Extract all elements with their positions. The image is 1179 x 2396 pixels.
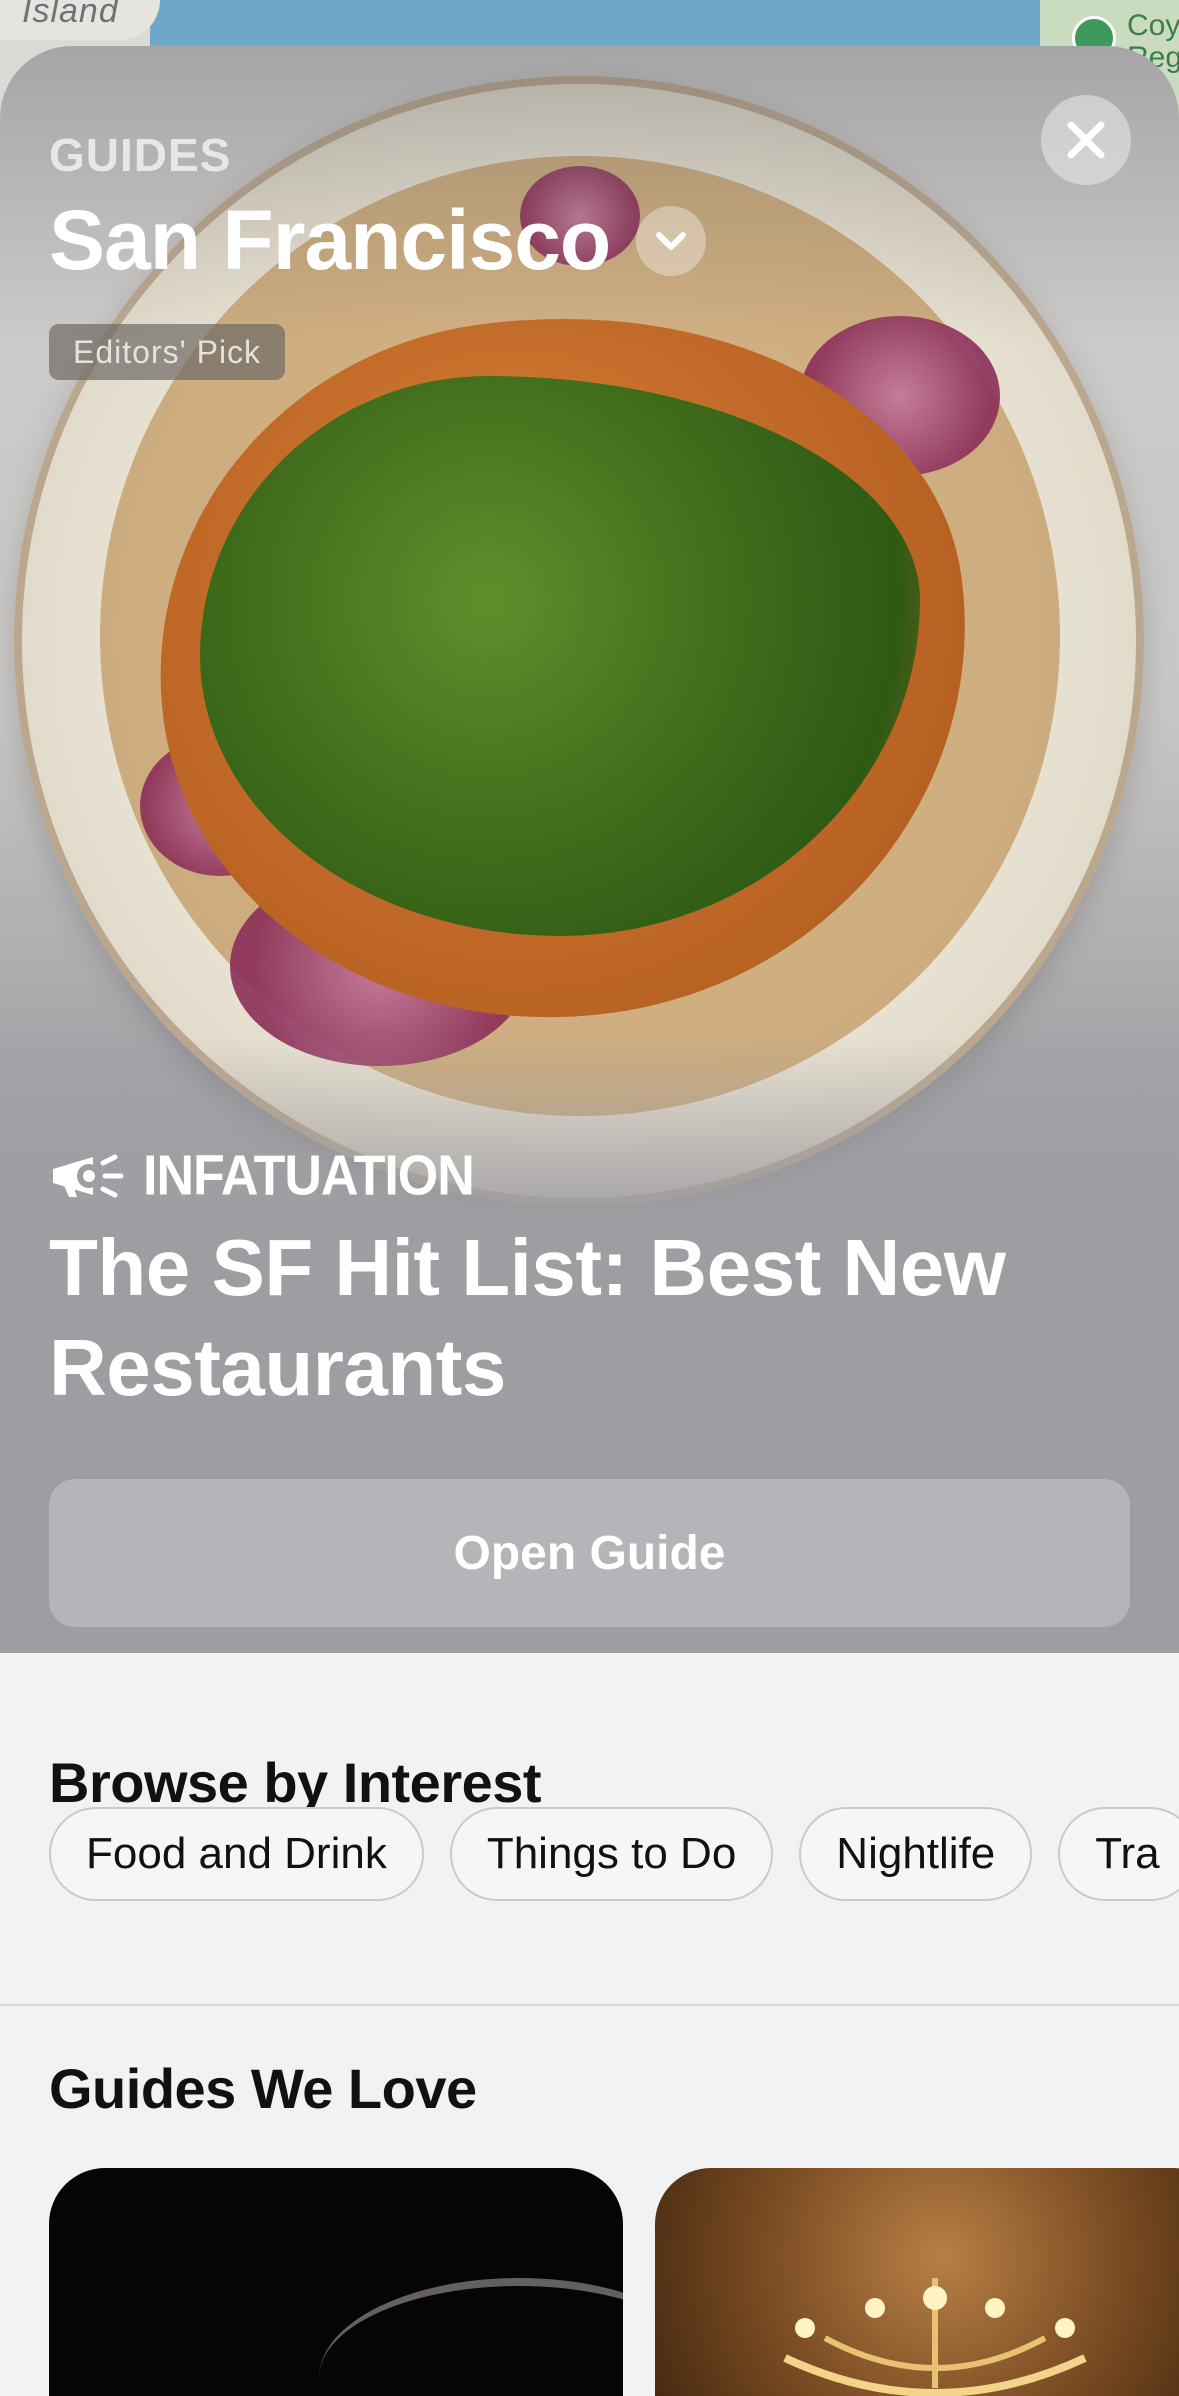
chip-things-to-do[interactable]: Things to Do: [449, 1807, 774, 1901]
guides-carousel: [49, 2168, 1179, 2396]
hero-gradient: [0, 46, 1179, 1699]
chip-food-and-drink[interactable]: Food and Drink: [49, 1807, 424, 1901]
close-button[interactable]: [1041, 95, 1131, 185]
open-guide-button[interactable]: Open Guide: [49, 1479, 1130, 1627]
city-selector[interactable]: San Francisco: [49, 192, 707, 289]
chip-travel[interactable]: Tra: [1058, 1807, 1179, 1901]
megaphone-icon: [53, 1154, 124, 1198]
card-image-detail: [319, 2278, 623, 2396]
close-icon: [1067, 121, 1105, 159]
guides-sheet: GUIDES San Francisco Editors' Pick INFAT…: [0, 46, 1179, 2396]
guide-title: The SF Hit List: Best New Restaurants: [49, 1223, 1006, 1412]
section-divider: [0, 2004, 1179, 2006]
browse-title: Browse by Interest: [49, 1751, 542, 1814]
section-label: GUIDES: [49, 129, 232, 181]
publisher-logo: INFATUATION: [49, 1144, 475, 1208]
guide-card[interactable]: [49, 2168, 623, 2396]
chandelier-image: [783, 2278, 1087, 2396]
map-label-island: Island: [22, 0, 119, 30]
chevron-down-icon[interactable]: [636, 205, 707, 276]
guides-title: Guides We Love: [49, 2057, 477, 2120]
hero-image: [0, 46, 1179, 1699]
chip-nightlife[interactable]: Nightlife: [799, 1807, 1033, 1901]
editors-pick-badge: Editors' Pick: [49, 324, 286, 380]
city-title: San Francisco: [49, 193, 611, 287]
interest-chips: Food and Drink Things to Do Nightlife Tr…: [49, 1807, 1179, 1901]
guide-card[interactable]: [655, 2168, 1179, 2396]
publisher-name: INFATUATION: [143, 1144, 475, 1208]
